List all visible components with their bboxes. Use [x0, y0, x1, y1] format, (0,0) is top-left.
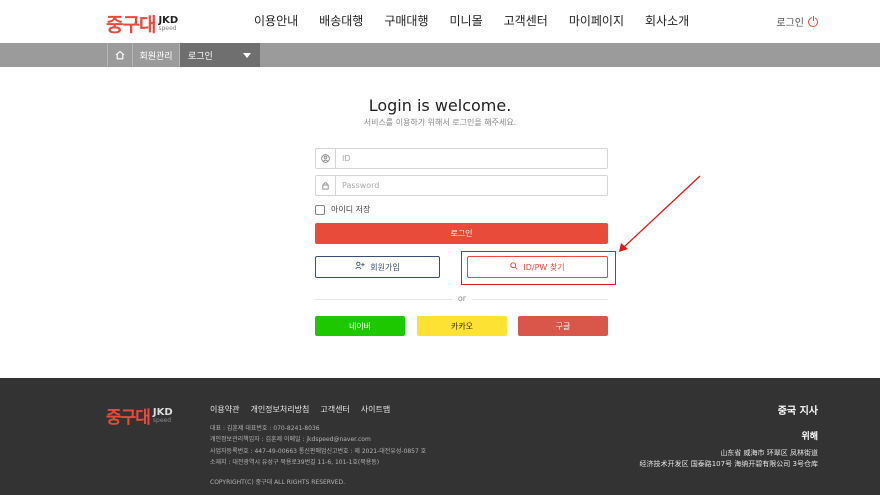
footer-info-line: 개인정보관리책임자 : 김훈제 이메일 : jkdspeed@naver.com [210, 436, 371, 444]
branch-address: 山东省 威海市 环翠区 凤林街道 经济技术开发区 国泰路107号 海纳开碧有限公… [640, 448, 819, 470]
branch-title: 중국 지사 [777, 406, 818, 417]
footer-link-sitemap[interactable]: 사이트맵 [361, 404, 390, 415]
footer-links: 이용약관 개인정보처리방침 고객센터 사이트맵 [210, 404, 401, 415]
footer-logo-jkd: JKD [152, 406, 173, 418]
site-footer: 중구대 JKD speed 이용약관 개인정보처리방침 고객센터 사이트맵 대표… [0, 378, 880, 495]
footer-info-line: 소재지 : 대전광역시 유성구 북용로39번길 11-6, 101-1호(북용동… [210, 458, 380, 466]
footer-link-terms[interactable]: 이용약관 [210, 404, 239, 415]
footer-copyright: COPYRIGHT(C) 중구대 ALL RIGHTS RESERVED. [210, 479, 346, 486]
footer-company-info: 대표 : 김훈제 대표번호 : 070-8241-8036 개인정보관리책임자 … [210, 423, 426, 468]
footer-info-line: 사업자등록번호 : 447-49-00663 통신판매업신고번호 : 제 202… [210, 447, 427, 455]
footer-info-line: 대표 : 김훈제 대표번호 : 070-8241-8036 [210, 425, 320, 432]
footer-logo-korean: 중구대 [106, 408, 151, 428]
branch-address-line: 山东省 威海市 环翠区 凤林街道 [720, 449, 818, 457]
branch-address-line: 经济技术开发区 国泰路107号 海纳开碧有限公司 3号仓库 [639, 460, 819, 468]
footer-logo-english: JKD speed [152, 406, 173, 424]
footer-link-privacy[interactable]: 개인정보처리방침 [250, 404, 309, 415]
branch-city: 위해 [801, 432, 818, 442]
footer-logo-speed: speed [152, 416, 172, 424]
footer-logo[interactable]: 중구대 JKD speed [106, 403, 173, 428]
footer-branch: 중국 지사 위해 山东省 威海市 环翠区 凤林街道 经济技术开发区 国泰路107… [640, 402, 819, 470]
footer-link-support[interactable]: 고객센터 [320, 404, 349, 415]
